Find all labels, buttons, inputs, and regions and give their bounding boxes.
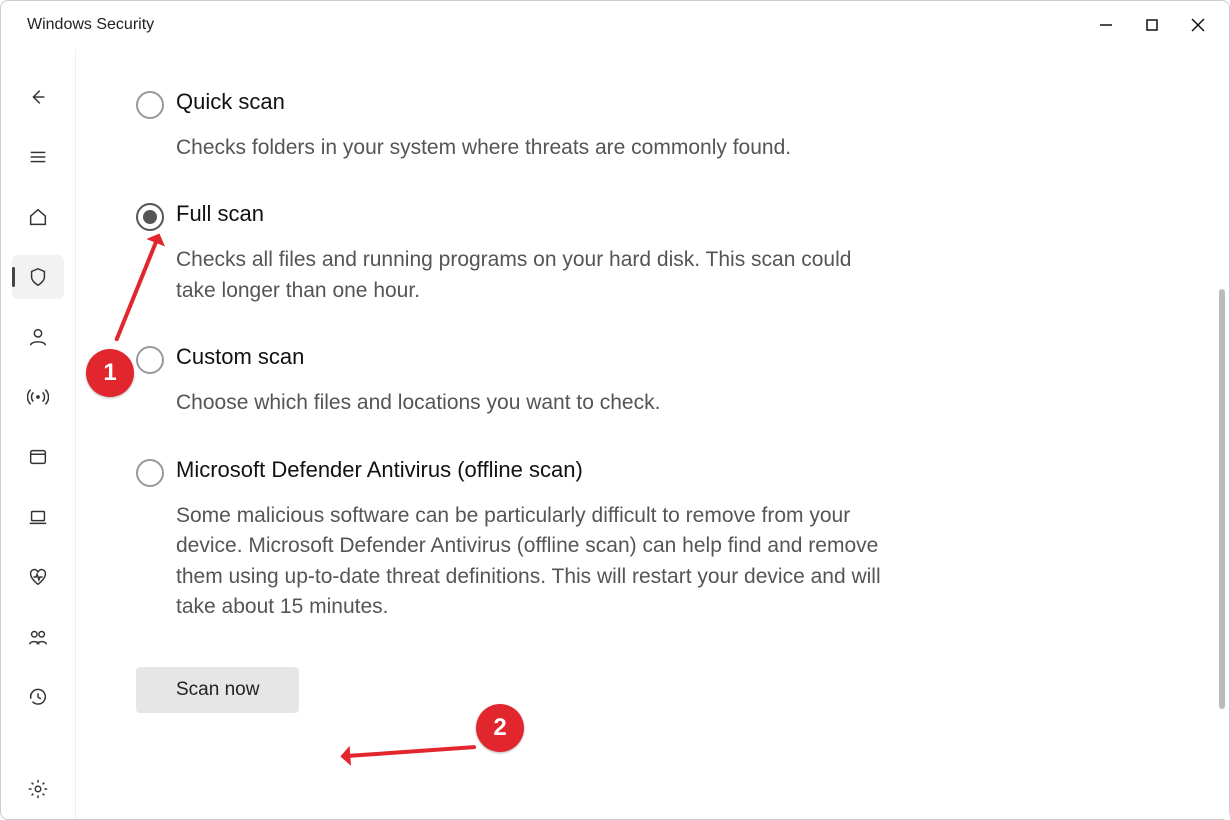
- option-full-scan[interactable]: Full scan Checks all files and running p…: [136, 201, 896, 306]
- option-label: Custom scan: [176, 344, 896, 370]
- nav-family-options[interactable]: [12, 615, 64, 659]
- radio-offline-scan[interactable]: [136, 459, 164, 487]
- scan-now-button[interactable]: Scan now: [136, 667, 299, 713]
- shield-icon: [27, 266, 49, 288]
- back-button[interactable]: [12, 75, 64, 119]
- nav-device-performance[interactable]: [12, 555, 64, 599]
- history-icon: [27, 686, 49, 708]
- back-icon: [27, 86, 49, 108]
- window-controls: [1083, 1, 1221, 49]
- title-bar: Windows Security: [1, 1, 1229, 49]
- nav-protection-history[interactable]: [12, 675, 64, 719]
- scan-options-panel: Quick scan Checks folders in your system…: [75, 49, 1229, 819]
- option-desc: Choose which files and locations you wan…: [176, 388, 896, 418]
- window-title: Windows Security: [27, 16, 154, 34]
- menu-button[interactable]: [12, 135, 64, 179]
- option-desc: Checks folders in your system where thre…: [176, 133, 896, 163]
- close-button[interactable]: [1175, 1, 1221, 49]
- nav-virus-protection[interactable]: [12, 255, 64, 299]
- close-icon: [1190, 17, 1206, 33]
- window-icon: [27, 446, 49, 468]
- sidebar: [1, 49, 75, 819]
- scan-options-list: Quick scan Checks folders in your system…: [136, 89, 896, 713]
- minimize-icon: [1099, 18, 1113, 32]
- nav-firewall[interactable]: [12, 375, 64, 419]
- scrollbar[interactable]: [1219, 289, 1225, 709]
- maximize-button[interactable]: [1129, 1, 1175, 49]
- gear-icon: [27, 778, 49, 800]
- home-icon: [27, 206, 49, 228]
- option-label: Full scan: [176, 201, 896, 227]
- option-label: Microsoft Defender Antivirus (offline sc…: [176, 457, 896, 483]
- option-custom-scan[interactable]: Custom scan Choose which files and locat…: [136, 344, 896, 418]
- windows-security-window: Windows Security: [0, 0, 1230, 820]
- people-icon: [27, 626, 49, 648]
- option-desc: Checks all files and running programs on…: [176, 245, 896, 306]
- option-offline-scan[interactable]: Microsoft Defender Antivirus (offline sc…: [136, 457, 896, 623]
- nav-account-protection[interactable]: [12, 315, 64, 359]
- option-quick-scan[interactable]: Quick scan Checks folders in your system…: [136, 89, 896, 163]
- nav-home[interactable]: [12, 195, 64, 239]
- radio-custom-scan[interactable]: [136, 346, 164, 374]
- menu-icon: [27, 146, 49, 168]
- radio-quick-scan[interactable]: [136, 91, 164, 119]
- option-desc: Some malicious software can be particula…: [176, 501, 896, 623]
- nav-app-browser[interactable]: [12, 435, 64, 479]
- option-label: Quick scan: [176, 89, 896, 115]
- heart-pulse-icon: [27, 566, 49, 588]
- person-icon: [27, 326, 49, 348]
- laptop-icon: [27, 506, 49, 528]
- nav-settings[interactable]: [12, 767, 64, 811]
- minimize-button[interactable]: [1083, 1, 1129, 49]
- annotation-callout-2: 2: [476, 704, 524, 752]
- annotation-callout-1: 1: [86, 349, 134, 397]
- maximize-icon: [1145, 18, 1159, 32]
- annotation-arrow-2: [346, 745, 476, 758]
- body: Quick scan Checks folders in your system…: [1, 49, 1229, 819]
- nav-device-security[interactable]: [12, 495, 64, 539]
- antenna-icon: [27, 386, 49, 408]
